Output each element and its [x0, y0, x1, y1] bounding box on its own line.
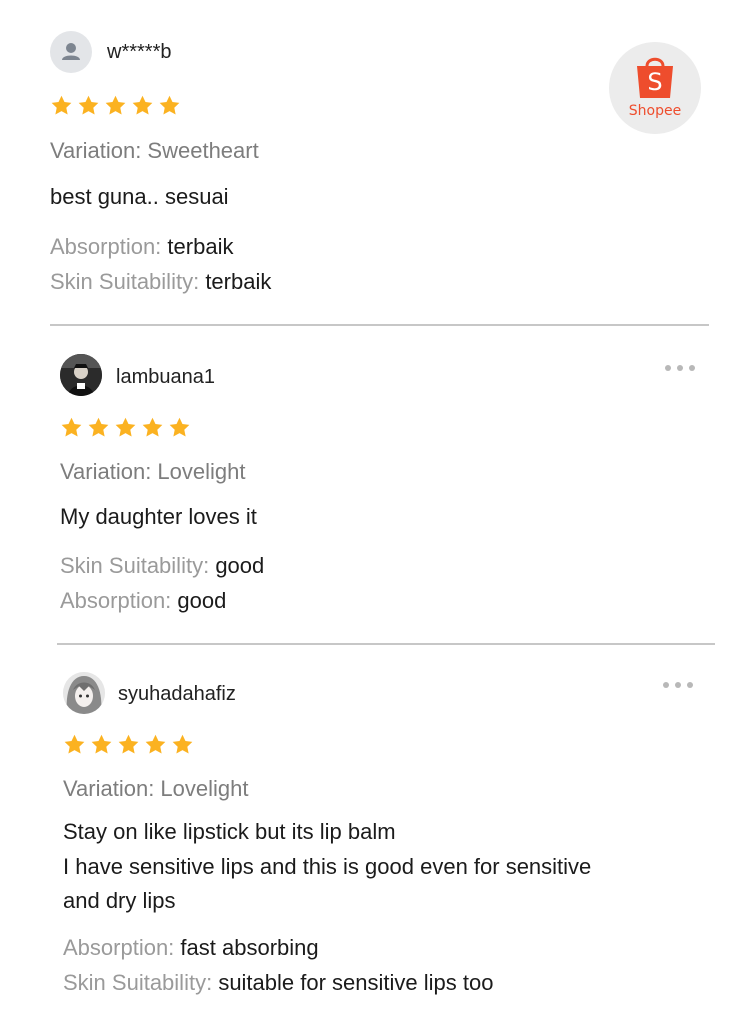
attribute-value: fast absorbing [180, 935, 319, 960]
attribute-key: Absorption: [60, 588, 172, 613]
comment-line: My daughter loves it [60, 504, 257, 529]
attribute-row: Skin Suitability: good [60, 553, 264, 579]
star-icon [158, 94, 181, 117]
dot-icon [689, 365, 695, 371]
attribute-row: Skin Suitability: suitable for sensitive… [63, 970, 493, 996]
attribute-key: Skin Suitability: [60, 553, 210, 578]
divider [50, 324, 709, 326]
attribute-row: Absorption: good [60, 588, 226, 614]
review-card: w*****b Variation: Sweetheart best guna.… [0, 0, 754, 330]
person-icon [62, 43, 80, 60]
avatar[interactable] [50, 31, 92, 73]
star-icon [131, 94, 154, 117]
star-icon [63, 733, 86, 756]
comment-line: Stay on like lipstick but its lip balm [63, 819, 396, 844]
avatar[interactable] [63, 672, 105, 714]
user-photo [63, 672, 105, 714]
dot-icon [687, 682, 693, 688]
attribute-value: suitable for sensitive lips too [218, 970, 494, 995]
variation-label: Variation: Lovelight [63, 776, 249, 801]
username[interactable]: w*****b [107, 41, 171, 64]
attribute-key: Skin Suitability: [63, 970, 213, 995]
review-card: lambuana1 Variation: Lovelight My daught… [0, 330, 754, 648]
star-icon [171, 733, 194, 756]
attribute-value: good [177, 588, 227, 613]
attribute-value: good [215, 553, 265, 578]
star-icon [87, 416, 110, 439]
comment-line: I have sensitive lips and this is good e… [63, 853, 592, 879]
star-icon [114, 416, 137, 439]
attribute-value: terbaik [167, 234, 234, 259]
star-icon [168, 416, 191, 439]
comment-line: best guna.. sesuai [50, 184, 229, 209]
dot-icon [665, 365, 671, 371]
username[interactable]: lambuana1 [116, 366, 215, 389]
star-icon [117, 733, 140, 756]
review-comment: My daughter loves it [60, 500, 257, 535]
variation-label: Variation: Lovelight [60, 459, 246, 484]
rating-stars [50, 94, 181, 117]
attribute-row: Absorption: terbaik [50, 234, 233, 260]
star-icon [141, 416, 164, 439]
dot-icon [677, 365, 683, 371]
attribute-key: Skin Suitability: [50, 269, 200, 294]
rating-stars [60, 416, 191, 439]
user-photo [60, 354, 102, 396]
star-icon [104, 94, 127, 117]
dot-icon [663, 682, 669, 688]
attribute-row: Skin Suitability: terbaik [50, 269, 271, 295]
comment-line: and dry lips [63, 888, 176, 913]
attribute-key: Absorption: [63, 935, 175, 960]
star-icon [50, 94, 73, 117]
username[interactable]: syuhadahafiz [118, 683, 236, 706]
dot-icon [675, 682, 681, 688]
attribute-key: Absorption: [50, 234, 162, 259]
more-options-button[interactable] [665, 362, 695, 374]
attribute-value: terbaik [205, 269, 272, 294]
star-icon [60, 416, 83, 439]
review-comment: best guna.. sesuai [50, 180, 229, 215]
star-icon [77, 94, 100, 117]
attribute-row: Absorption: fast absorbing [63, 935, 319, 961]
divider [57, 643, 715, 645]
rating-stars [63, 733, 194, 756]
review-comment: Stay on like lipstick but its lip balm I… [63, 815, 591, 919]
star-icon [144, 733, 167, 756]
more-options-button[interactable] [663, 679, 693, 691]
avatar[interactable] [60, 354, 102, 396]
review-card: syuhadahafiz Variation: Lovelight Stay o… [0, 648, 754, 1024]
variation-label: Variation: Sweetheart [50, 138, 259, 163]
star-icon [90, 733, 113, 756]
